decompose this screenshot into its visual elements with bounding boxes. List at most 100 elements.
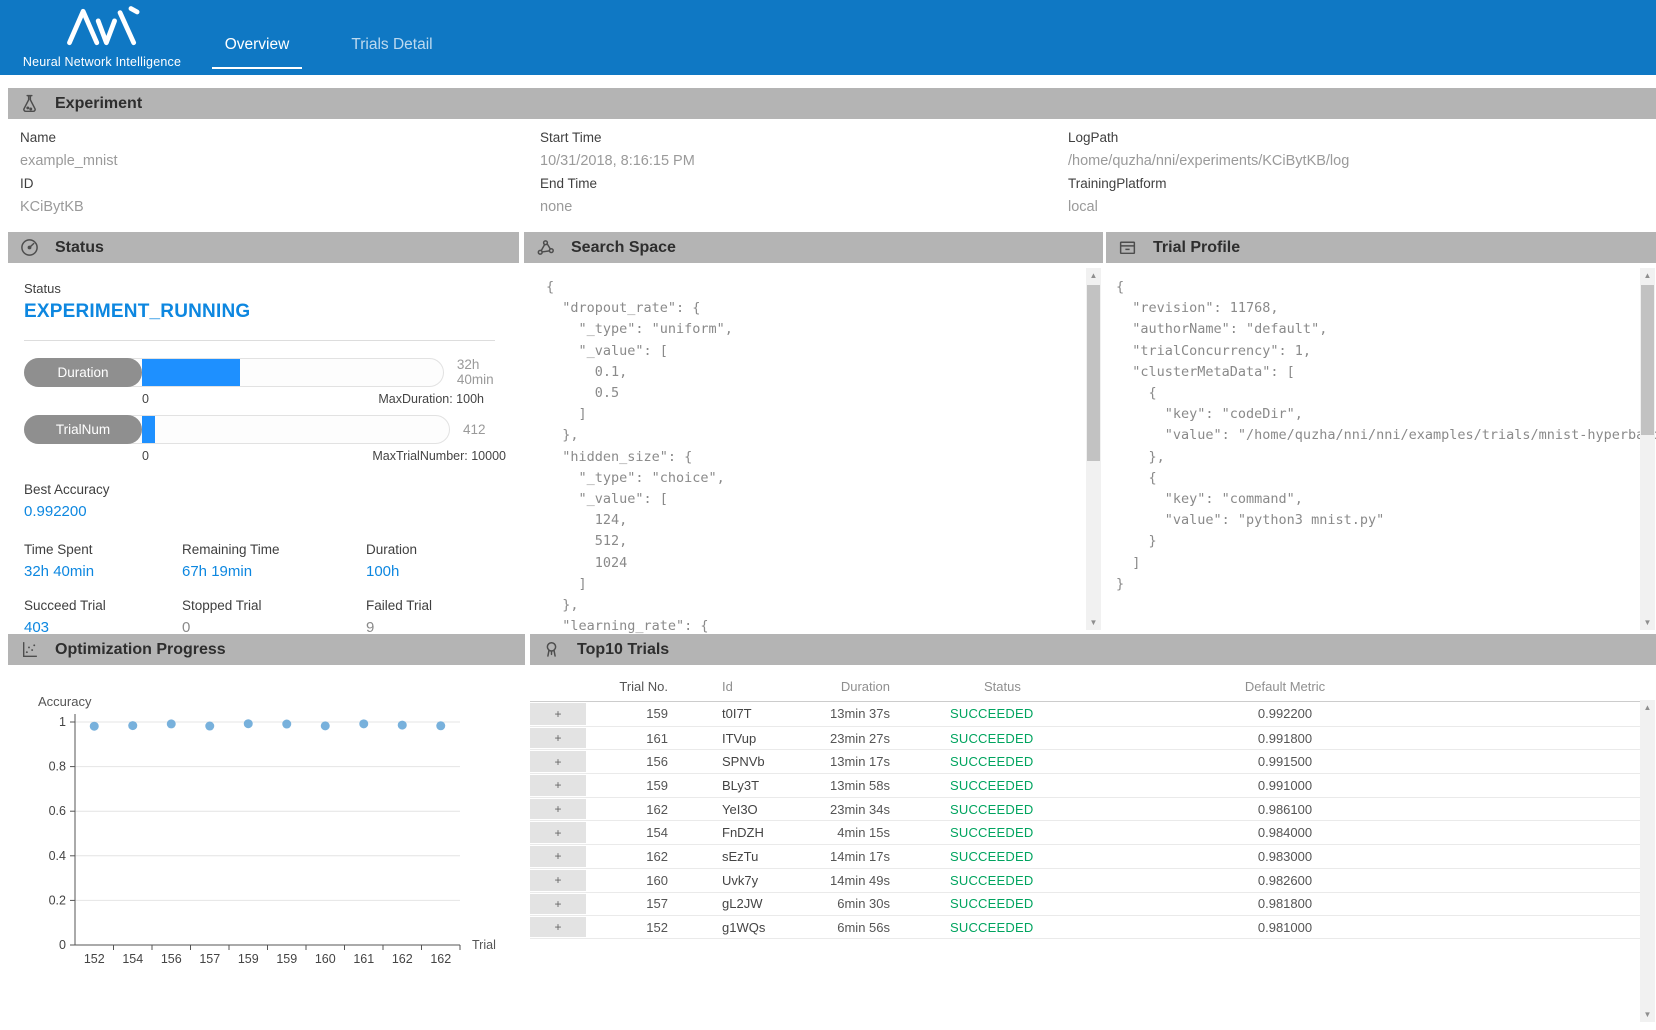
flask-icon <box>20 94 40 114</box>
expand-row-button[interactable]: + <box>530 821 586 844</box>
trial-profile-scrollbar[interactable]: ▲ ▼ <box>1640 268 1655 630</box>
scroll-thumb[interactable] <box>1641 285 1654 435</box>
top10-scrollbar[interactable]: ▲ ▼ <box>1640 700 1655 1022</box>
col-duration: Duration <box>830 679 950 694</box>
expand-row-button[interactable]: + <box>530 893 586 916</box>
y-tick-label: 0.6 <box>49 804 66 818</box>
medal-icon <box>542 640 562 660</box>
expand-row-button[interactable]: + <box>530 702 586 726</box>
search-space-scrollbar[interactable]: ▲ ▼ <box>1086 268 1101 630</box>
expand-row-button[interactable]: + <box>530 845 586 868</box>
status-stats: Time Spent 32h 40min Remaining Time 67h … <box>24 542 519 641</box>
data-point <box>321 721 330 730</box>
scroll-up-arrow[interactable]: ▲ <box>1086 268 1101 283</box>
nni-logo <box>64 4 146 55</box>
trial-no-cell: 157 <box>586 896 678 911</box>
data-point <box>128 721 137 730</box>
experiment-col-3: LogPath /home/quzha/nni/experiments/KCiB… <box>1068 130 1349 222</box>
field-label: ID <box>20 176 118 199</box>
expand-row-button[interactable]: + <box>530 750 586 773</box>
trial-metric-cell: 0.991500 <box>1150 754 1420 769</box>
logo-caption: Neural Network Intelligence <box>14 55 190 69</box>
scroll-down-arrow[interactable]: ▼ <box>1640 615 1655 630</box>
tab-trials-detail[interactable]: Trials Detail <box>332 36 452 54</box>
data-point <box>205 722 214 731</box>
scale-max: MaxDuration: 100h <box>378 392 484 406</box>
trial-status-cell: SUCCEEDED <box>950 778 1150 793</box>
scroll-up-arrow[interactable]: ▲ <box>1640 268 1655 283</box>
y-axis-title: Accuracy <box>38 694 92 709</box>
trial-id-cell: SPNVb <box>678 754 830 769</box>
trial-id-cell: g1WQs <box>678 920 830 935</box>
trialnum-progress-scale: 0 MaxTrialNumber: 10000 <box>24 449 506 463</box>
field-value: 10/31/2018, 8:16:15 PM <box>540 153 695 176</box>
trial-duration-cell: 14min 17s <box>830 849 950 864</box>
trial-id-cell: Uvk7y <box>678 873 830 888</box>
table-row: +160Uvk7y14min 49sSUCCEEDED0.982600 <box>530 868 1640 892</box>
archive-box-icon <box>1118 238 1138 258</box>
scroll-up-arrow[interactable]: ▲ <box>1640 700 1655 715</box>
top10-table: Trial No. Id Duration Status Default Met… <box>530 672 1640 939</box>
top10-section-header: Top10 Trials <box>530 634 1656 665</box>
trial-no-cell: 159 <box>586 706 678 721</box>
trial-duration-cell: 4min 15s <box>830 825 950 840</box>
trial-profile-section-header: Trial Profile <box>1106 232 1656 263</box>
scroll-down-arrow[interactable]: ▼ <box>1640 1007 1655 1022</box>
trial-duration-cell: 6min 30s <box>830 896 950 911</box>
top10-body: +159t0I7T13min 37sSUCCEEDED0.992200+161I… <box>530 702 1640 939</box>
experiment-col-1: Name example_mnist ID KCiBytKB <box>20 130 118 222</box>
field-value: local <box>1068 199 1349 222</box>
table-row: +152g1WQs6min 56sSUCCEEDED0.981000 <box>530 915 1640 939</box>
trial-status-cell: SUCCEEDED <box>950 706 1150 721</box>
table-row: +154FnDZH4min 15sSUCCEEDED0.984000 <box>530 820 1640 844</box>
y-tick-label: 0 <box>59 938 66 952</box>
experiment-status-value: EXPERIMENT_RUNNING <box>24 301 519 323</box>
table-row: +161ITVup23min 27sSUCCEEDED0.991800 <box>530 726 1640 750</box>
x-tick-label: 159 <box>276 952 297 966</box>
x-tick-label: 160 <box>315 952 336 966</box>
x-tick-label: 156 <box>161 952 182 966</box>
tab-overview[interactable]: Overview <box>212 36 302 69</box>
trial-no-cell: 154 <box>586 825 678 840</box>
x-tick-label: 162 <box>392 952 413 966</box>
expand-header-cell <box>530 672 586 701</box>
search-space-section-header: Search Space <box>524 232 1103 263</box>
nni-overview-page: Neural Network Intelligence Overview Tri… <box>0 0 1656 1030</box>
app-header: Neural Network Intelligence Overview Tri… <box>0 0 1656 75</box>
section-title: Trial Profile <box>1153 239 1240 257</box>
data-point <box>282 720 291 729</box>
y-tick-label: 0.8 <box>49 760 66 774</box>
progress-fill <box>142 416 155 443</box>
trial-id-cell: FnDZH <box>678 825 830 840</box>
trialnum-progress: TrialNum 412 <box>24 415 519 444</box>
scroll-down-arrow[interactable]: ▼ <box>1086 615 1101 630</box>
trial-metric-cell: 0.991000 <box>1150 778 1420 793</box>
trial-profile-json: { "revision": 11768, "authorName": "defa… <box>1116 277 1656 595</box>
expand-row-button[interactable]: + <box>530 774 586 797</box>
x-tick-label: 154 <box>122 952 143 966</box>
expand-row-button[interactable]: + <box>530 727 586 750</box>
expand-row-button[interactable]: + <box>530 798 586 821</box>
trial-metric-cell: 0.981000 <box>1150 920 1420 935</box>
field-label: End Time <box>540 176 695 199</box>
trial-metric-cell: 0.986100 <box>1150 802 1420 817</box>
expand-row-button[interactable]: + <box>530 869 586 892</box>
trial-status-cell: SUCCEEDED <box>950 920 1150 935</box>
status-section-header: Status <box>8 232 519 263</box>
trial-duration-cell: 13min 37s <box>830 706 950 721</box>
trial-duration-cell: 13min 17s <box>830 754 950 769</box>
trial-id-cell: gL2JW <box>678 896 830 911</box>
field-value: example_mnist <box>20 153 118 176</box>
field-label: LogPath <box>1068 130 1349 153</box>
trial-metric-cell: 0.982600 <box>1150 873 1420 888</box>
trial-metric-cell: 0.984000 <box>1150 825 1420 840</box>
x-tick-label: 161 <box>353 952 374 966</box>
scroll-thumb[interactable] <box>1087 285 1100 461</box>
trial-id-cell: sEzTu <box>678 849 830 864</box>
x-axis-title: Trial <box>472 938 496 952</box>
expand-row-button[interactable]: + <box>530 916 586 938</box>
trial-id-cell: t0I7T <box>678 706 830 721</box>
trial-duration-cell: 14min 49s <box>830 873 950 888</box>
field-label: Name <box>20 130 118 153</box>
trial-status-cell: SUCCEEDED <box>950 731 1150 746</box>
